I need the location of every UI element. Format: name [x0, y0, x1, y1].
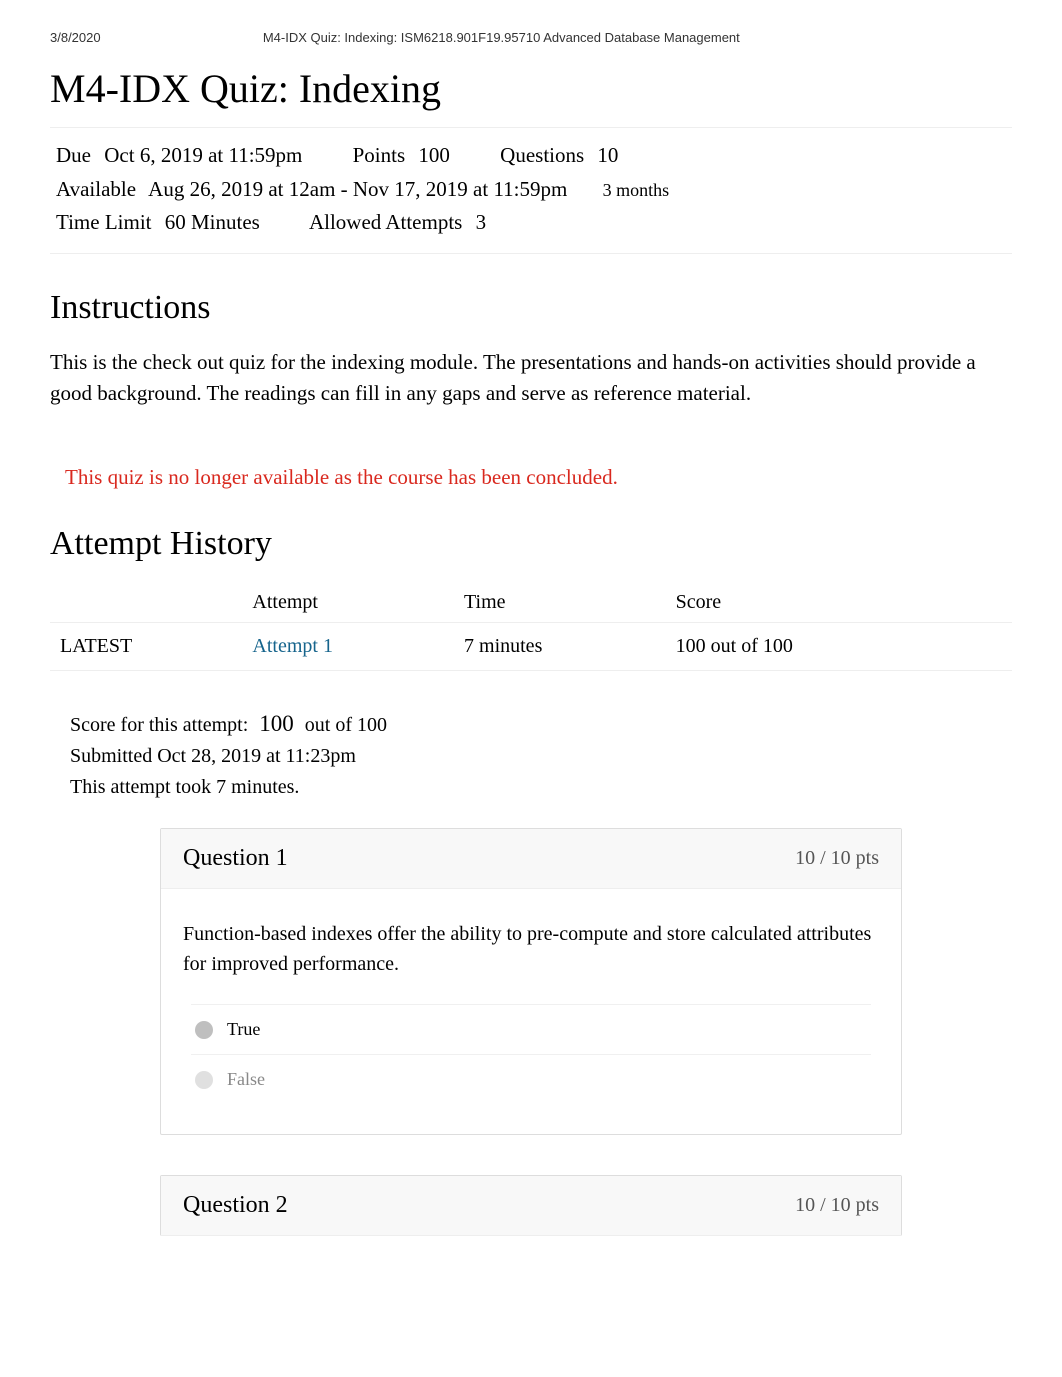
questions-value: 10 [597, 143, 618, 167]
attempt-status: LATEST [50, 622, 242, 670]
answers-list: True False [161, 989, 901, 1134]
quiz-title: M4-IDX Quiz: Indexing [50, 65, 1012, 112]
radio-icon [195, 1021, 213, 1039]
question-header: Question 2 10 / 10 pts [161, 1176, 901, 1236]
attempt-history-heading: Attempt History [50, 525, 1012, 563]
questions-container: Question 1 10 / 10 pts Function-based in… [160, 828, 902, 1236]
attempt-summary: Score for this attempt: 100 out of 100 S… [70, 706, 1012, 804]
answer-text: False [227, 1069, 265, 1090]
score-prefix: Score for this attempt: [70, 714, 248, 736]
page-header: 3/8/2020 M4-IDX Quiz: Indexing: ISM6218.… [50, 0, 1012, 55]
question-block: Question 2 10 / 10 pts [160, 1175, 902, 1236]
answer-option[interactable]: False [191, 1054, 871, 1104]
col-score: Score [666, 583, 1012, 623]
answer-text: True [227, 1019, 260, 1040]
questions-label: Questions [500, 143, 584, 167]
table-row: LATEST Attempt 1 7 minutes 100 out of 10… [50, 622, 1012, 670]
answer-option[interactable]: True [191, 1004, 871, 1054]
allowed-attempts-label: Allowed Attempts [309, 210, 462, 234]
time-limit-label: Time Limit [56, 210, 152, 234]
available-duration: 3 months [603, 180, 670, 200]
course-title: M4-IDX Quiz: Indexing: ISM6218.901F19.95… [51, 30, 952, 45]
attempt-time: 7 minutes [454, 622, 666, 670]
quiz-concluded-alert: This quiz is no longer available as the … [65, 465, 1012, 490]
duration-line: This attempt took 7 minutes. [70, 772, 1012, 803]
points-label: Points [353, 143, 406, 167]
quiz-meta: Due Oct 6, 2019 at 11:59pm Points 100 Qu… [50, 127, 1012, 254]
question-block: Question 1 10 / 10 pts Function-based in… [160, 828, 902, 1135]
available-label: Available [56, 177, 136, 201]
question-title: Question 2 [183, 1192, 288, 1219]
available-value: Aug 26, 2019 at 12am - Nov 17, 2019 at 1… [148, 177, 567, 201]
table-header-row: Attempt Time Score [50, 583, 1012, 623]
question-points: 10 / 10 pts [795, 1194, 879, 1217]
instructions-heading: Instructions [50, 289, 1012, 327]
col-status [50, 583, 242, 623]
question-title: Question 1 [183, 845, 288, 872]
col-attempt: Attempt [242, 583, 454, 623]
score-suffix: out of 100 [305, 714, 387, 736]
question-points: 10 / 10 pts [795, 847, 879, 870]
time-limit-value: 60 Minutes [165, 210, 260, 234]
allowed-attempts-value: 3 [476, 210, 487, 234]
score-value: 100 [259, 711, 294, 736]
attempt-history-table: Attempt Time Score LATEST Attempt 1 7 mi… [50, 583, 1012, 671]
question-header: Question 1 10 / 10 pts [161, 829, 901, 889]
points-value: 100 [418, 143, 450, 167]
due-label: Due [56, 143, 91, 167]
due-value: Oct 6, 2019 at 11:59pm [104, 143, 302, 167]
col-time: Time [454, 583, 666, 623]
attempt-score: 100 out of 100 [666, 622, 1012, 670]
question-body: Function-based indexes offer the ability… [161, 889, 901, 989]
submitted-line: Submitted Oct 28, 2019 at 11:23pm [70, 741, 1012, 772]
attempt-link[interactable]: Attempt 1 [252, 635, 333, 657]
instructions-body: This is the check out quiz for the index… [50, 347, 1012, 410]
radio-icon [195, 1071, 213, 1089]
